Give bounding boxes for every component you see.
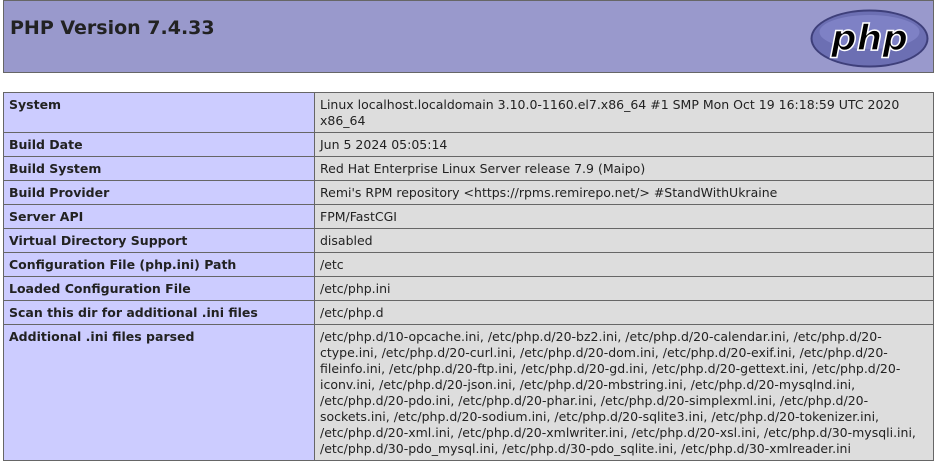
php-logo: php <box>810 9 929 68</box>
table-row: System Linux localhost.localdomain 3.10.0… <box>3 92 934 133</box>
row-key: Server API <box>3 204 315 229</box>
table-row: Build Date Jun 5 2024 05:05:14 <box>3 132 934 157</box>
table-row: Loaded Configuration File/etc/php.ini <box>3 276 934 301</box>
row-key: System <box>3 92 315 133</box>
row-key: Additional .ini files parsed <box>3 324 315 461</box>
row-value: /etc/php.d/10-opcache.ini, /etc/php.d/20… <box>314 324 934 461</box>
php-info-table: System Linux localhost.localdomain 3.10.0… <box>3 92 934 461</box>
row-key: Scan this dir for additional .ini files <box>3 300 315 325</box>
row-key: Loaded Configuration File <box>3 276 315 301</box>
page-title: PHP Version 7.4.33 <box>10 17 215 39</box>
row-value: /etc <box>314 252 934 277</box>
row-value: Linux localhost.localdomain 3.10.0-1160.… <box>314 92 934 133</box>
row-value: Red Hat Enterprise Linux Server release … <box>314 156 934 181</box>
row-key: Build Date <box>3 132 315 157</box>
php-logo-text: php <box>830 18 908 59</box>
row-value: /etc/php.ini <box>314 276 934 301</box>
row-value: Jun 5 2024 05:05:14 <box>314 132 934 157</box>
row-key: Build Provider <box>3 180 315 205</box>
row-key: Build System <box>3 156 315 181</box>
table-row: Configuration File (php.ini) Path/etc <box>3 252 934 277</box>
row-value: FPM/FastCGI <box>314 204 934 229</box>
row-value: /etc/php.d <box>314 300 934 325</box>
row-key: Virtual Directory Support <box>3 228 315 253</box>
table-row: Build Provider Remi's RPM repository <htt… <box>3 180 934 205</box>
table-row: Scan this dir for additional .ini files /… <box>3 300 934 325</box>
table-row: Build System Red Hat Enterprise Linux Ser… <box>3 156 934 181</box>
row-value: Remi's RPM repository <https://rpms.remi… <box>314 180 934 205</box>
row-value: disabled <box>314 228 934 253</box>
table-row: Additional .ini files parsed/etc/php.d/1… <box>3 324 934 461</box>
table-row: Server API FPM/FastCGI <box>3 204 934 229</box>
php-version-header: PHP Version 7.4.33 php <box>3 0 934 73</box>
row-key: Configuration File (php.ini) Path <box>3 252 315 277</box>
table-row: Virtual Directory Support disabled <box>3 228 934 253</box>
